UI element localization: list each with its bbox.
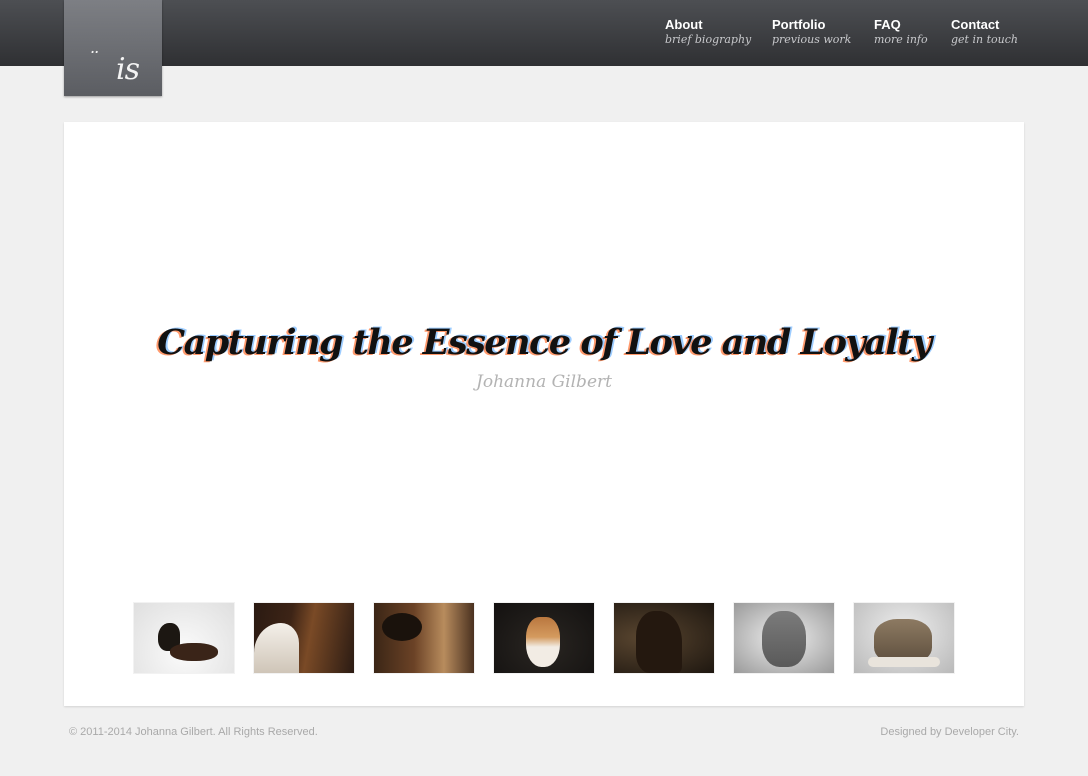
thumbnail-dogs-lying[interactable] — [134, 603, 234, 673]
nav-item-subtitle: more info — [874, 33, 928, 46]
site-logo[interactable]: is.. — [64, 0, 162, 96]
nav-item-contact[interactable]: Contact get in touch — [951, 17, 1018, 46]
nav-item-title: Portfolio — [772, 17, 826, 32]
thumbnail-weimaraner[interactable] — [734, 603, 834, 673]
horse-mane-figure — [382, 613, 422, 641]
nav-item-subtitle: brief biography — [665, 33, 752, 46]
nav-item-about[interactable]: About brief biography — [665, 17, 751, 46]
thumbnail-strip — [134, 603, 954, 673]
thumbnail-horse-buckskin[interactable] — [374, 603, 474, 673]
dog-head-figure — [526, 617, 560, 667]
thumbnail-horse-white-mane[interactable] — [254, 603, 354, 673]
nav-item-portfolio[interactable]: Portfolio previous work — [772, 17, 851, 46]
hero-byline: Johanna Gilbert — [476, 372, 612, 392]
dog-figure — [170, 643, 218, 661]
main-nav: About brief biography Portfolio previous… — [0, 17, 1088, 57]
thumbnail-jack-russell[interactable] — [494, 603, 594, 673]
nav-item-title: Contact — [951, 17, 1000, 32]
cat-paws-figure — [868, 657, 940, 667]
thumbnail-tabby-kitten[interactable] — [854, 603, 954, 673]
hero-card: Capturing the Essence of Love and Loyalt… — [64, 122, 1024, 706]
nav-item-title: About — [665, 17, 703, 32]
footer-copyright: © 2011-2014 Johanna Gilbert. All Rights … — [69, 726, 318, 738]
dog-head-figure — [762, 611, 806, 667]
nav-item-faq[interactable]: FAQ more info — [874, 17, 928, 46]
footer-designer-credit-link[interactable]: Designed by Developer City. — [880, 726, 1019, 738]
hero-tagline: Capturing the Essence of Love and Loyalt… — [157, 322, 932, 363]
horse-mane-figure — [254, 623, 299, 673]
nav-item-subtitle: previous work — [772, 33, 852, 46]
nav-item-title: FAQ — [874, 17, 901, 32]
logo-text: is.. — [90, 38, 140, 87]
nav-item-subtitle: get in touch — [951, 33, 1018, 46]
thumbnail-dark-horse[interactable] — [614, 603, 714, 673]
horse-figure — [636, 611, 682, 673]
